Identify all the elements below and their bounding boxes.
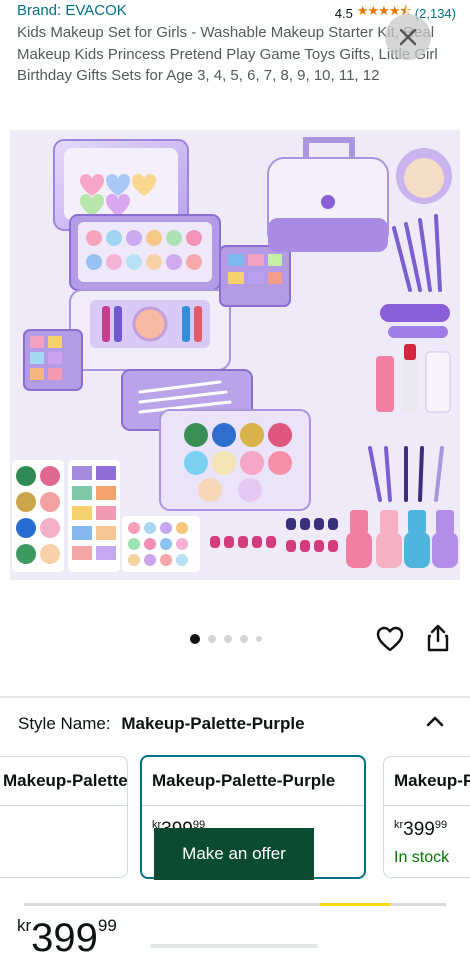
share-icon xyxy=(427,624,449,652)
card-divider xyxy=(142,805,364,806)
price-fraction: 99 xyxy=(97,916,117,935)
scroll-progress xyxy=(24,903,446,906)
image-pagination[interactable] xyxy=(190,634,262,644)
style-name-label: Style Name: xyxy=(18,714,111,733)
main-price: kr39999 xyxy=(17,916,117,960)
brand-row: Brand: EVACOK 4.5 ★★★★⯪ (2,134) xyxy=(17,2,456,22)
pagination-dot[interactable] xyxy=(240,635,248,643)
pagination-dot[interactable] xyxy=(224,635,232,643)
close-button[interactable] xyxy=(385,14,431,60)
style-name-value: Makeup-Palette-Purple xyxy=(121,714,305,733)
rating-value: 4.5 xyxy=(334,5,353,21)
price-whole: 399 xyxy=(31,916,98,960)
card-divider xyxy=(384,805,470,806)
close-icon xyxy=(399,28,417,46)
price-whole: 399 xyxy=(403,819,435,840)
price-currency: kr xyxy=(394,819,404,831)
heart-icon xyxy=(376,626,404,652)
stock-status: In stock xyxy=(394,849,450,866)
price-currency: kr xyxy=(17,916,32,935)
section-divider xyxy=(0,696,470,698)
make-offer-button[interactable]: Make an offer xyxy=(154,828,314,880)
makeup-kit-illustration xyxy=(10,130,460,580)
share-button[interactable] xyxy=(426,624,450,652)
wishlist-button[interactable] xyxy=(376,626,404,652)
quantity-bar[interactable] xyxy=(150,944,318,948)
scroll-progress-fill xyxy=(320,903,390,906)
brand-link[interactable]: Brand: EVACOK xyxy=(17,2,127,19)
style-option-name: Makeup-Palette-Pink xyxy=(3,771,128,790)
option-price: kr39999 xyxy=(394,819,447,841)
pagination-dot[interactable] xyxy=(208,635,216,643)
card-divider xyxy=(0,805,127,806)
style-option-name: Makeup-Palette-Purple xyxy=(152,771,336,790)
style-option-purple-alt[interactable]: Makeup-Palette-Purple kr39999 In stock xyxy=(383,756,470,878)
collapse-styles-button[interactable] xyxy=(424,712,446,730)
style-option-name: Makeup-Palette-Purple xyxy=(394,771,470,790)
pagination-dot[interactable] xyxy=(190,634,200,644)
chevron-up-icon xyxy=(426,716,444,727)
style-name-row: Style Name: Makeup-Palette-Purple xyxy=(18,714,305,734)
style-option-pink[interactable]: Makeup-Palette-Pink xyxy=(0,756,128,878)
pagination-dot[interactable] xyxy=(256,636,262,642)
product-image[interactable] xyxy=(10,130,460,580)
price-fraction: 99 xyxy=(434,819,448,831)
